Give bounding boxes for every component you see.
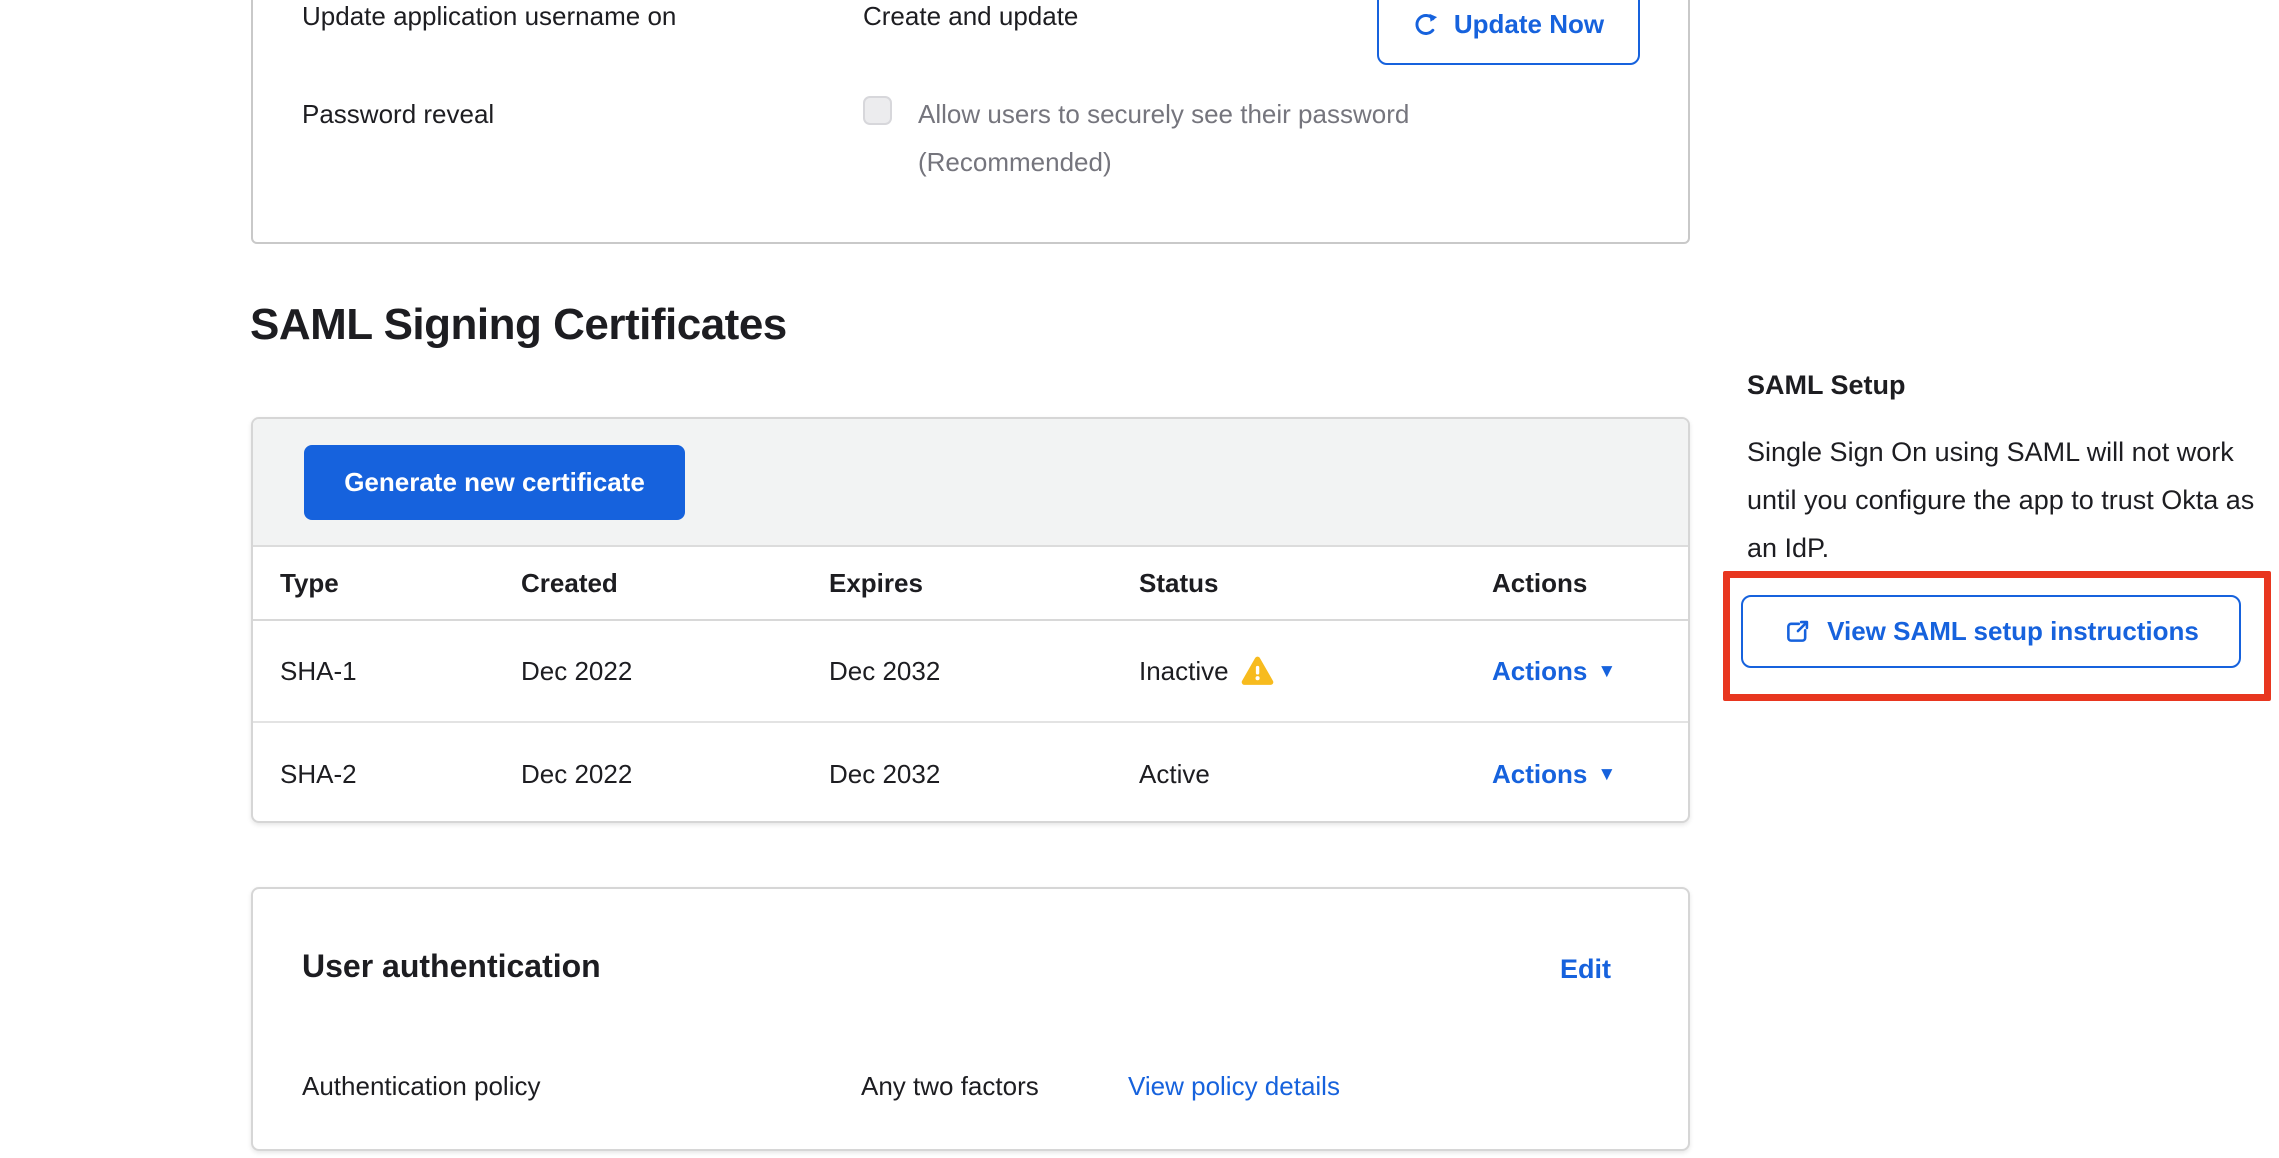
authentication-policy-label: Authentication policy <box>302 1070 540 1102</box>
saml-setup-description: Single Sign On using SAML will not work … <box>1747 428 2272 572</box>
actions-dropdown-sha2[interactable]: Actions▼ <box>1492 758 1616 790</box>
saml-setup-title: SAML Setup <box>1747 370 1906 401</box>
cert-status: Inactive <box>1139 655 1229 687</box>
chevron-down-icon: ▼ <box>1597 656 1616 688</box>
warning-icon <box>1241 656 1274 686</box>
generate-certificate-button[interactable]: Generate new certificate <box>304 445 685 520</box>
certificate-row-sha2: SHA-2 Dec 2022 Dec 2032 Active Actions▼ <box>253 723 1688 823</box>
cert-expires: Dec 2032 <box>802 758 1112 790</box>
saml-settings-page: Update application username on Create an… <box>0 0 2279 1158</box>
username-update-value: Create and update <box>863 0 1078 32</box>
update-now-label: Update Now <box>1454 9 1604 40</box>
cert-status: Active <box>1139 758 1210 790</box>
certificate-row-sha1: SHA-1 Dec 2022 Dec 2032 Inactive Actions… <box>253 621 1688 723</box>
column-header-created: Created <box>494 567 802 599</box>
column-header-expires: Expires <box>802 567 1112 599</box>
external-link-icon <box>1783 618 1811 646</box>
cert-expires: Dec 2032 <box>802 655 1112 687</box>
actions-dropdown-sha1[interactable]: Actions▼ <box>1492 655 1616 687</box>
username-update-label: Update application username on <box>302 0 676 32</box>
edit-link[interactable]: Edit <box>1560 954 1611 985</box>
refresh-icon <box>1413 11 1440 38</box>
column-header-type: Type <box>253 567 494 599</box>
user-authentication-panel <box>251 887 1690 1151</box>
certificates-panel: Generate new certificate Type Created Ex… <box>251 417 1690 823</box>
cert-created: Dec 2022 <box>494 758 802 790</box>
password-reveal-checkbox[interactable] <box>863 96 892 125</box>
view-saml-setup-instructions-label: View SAML setup instructions <box>1827 616 2199 647</box>
password-reveal-label: Password reveal <box>302 98 494 130</box>
cert-type: SHA-2 <box>253 758 494 790</box>
page-title: SAML Signing Certificates <box>250 300 787 350</box>
column-header-status: Status <box>1112 567 1465 599</box>
certificates-table-header: Type Created Expires Status Actions <box>253 547 1688 621</box>
password-reveal-recommended-note: (Recommended) <box>918 146 1112 178</box>
view-policy-details-link[interactable]: View policy details <box>1128 1070 1340 1102</box>
password-reveal-checkbox-text: Allow users to securely see their passwo… <box>918 98 1409 130</box>
column-header-actions: Actions <box>1465 567 1688 599</box>
cert-type: SHA-1 <box>253 655 494 687</box>
chevron-down-icon: ▼ <box>1597 759 1616 791</box>
cert-created: Dec 2022 <box>494 655 802 687</box>
authentication-policy-value: Any two factors <box>861 1070 1039 1102</box>
view-saml-setup-instructions-button[interactable]: View SAML setup instructions <box>1741 595 2241 668</box>
update-now-button[interactable]: Update Now <box>1377 0 1640 65</box>
user-authentication-title: User authentication <box>302 948 601 985</box>
